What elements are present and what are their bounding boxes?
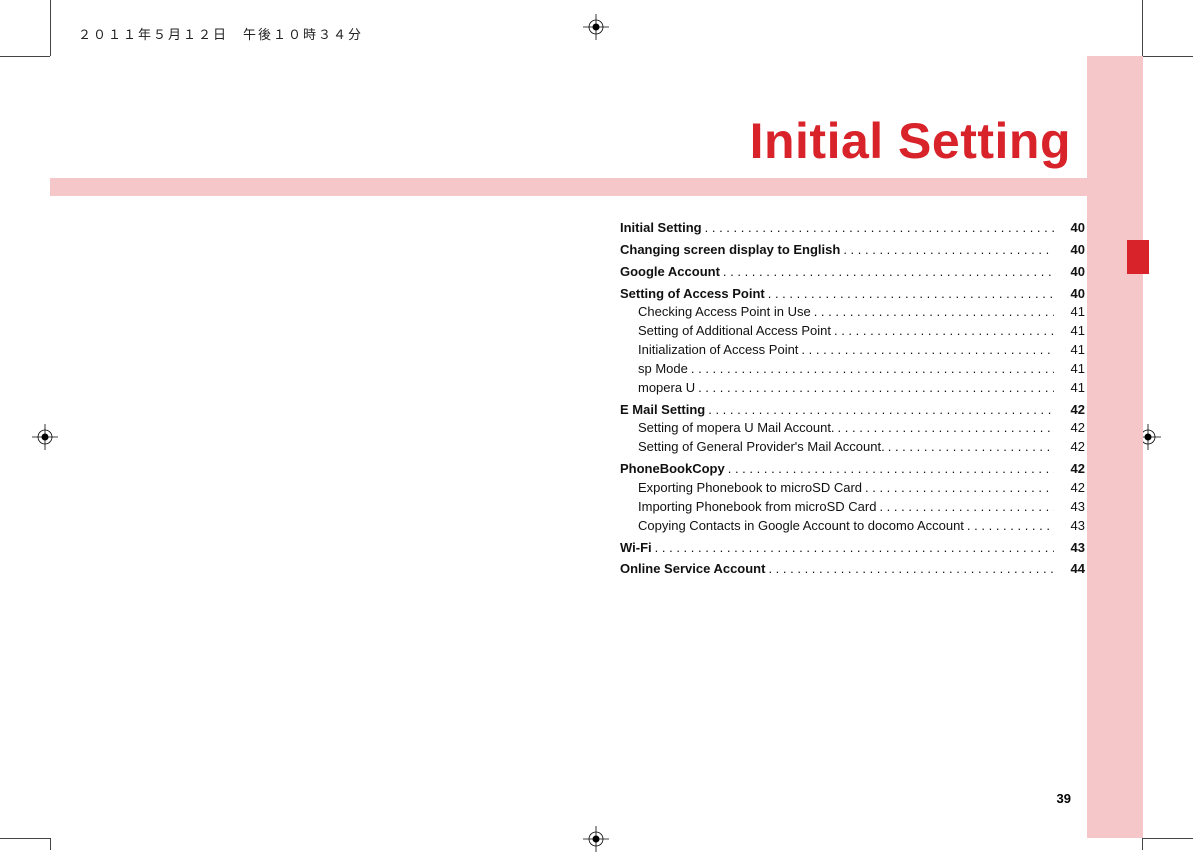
toc-leader-dots <box>691 360 1054 373</box>
toc-entry-label: sp Mode <box>638 360 688 379</box>
toc-leader-dots <box>655 539 1054 552</box>
toc-entry-page: 43 <box>1057 539 1085 558</box>
toc-entry-page: 42 <box>1057 401 1085 420</box>
toc-entry-page: 42 <box>1057 438 1085 457</box>
toc-entry-label: Online Service Account <box>620 560 765 579</box>
toc-leader-dots <box>879 498 1054 511</box>
table-of-contents: Initial Setting40Changing screen display… <box>620 216 1085 579</box>
toc-leader-dots <box>843 241 1054 254</box>
crop-mark <box>1143 838 1193 839</box>
toc-entry-label: Setting of General Provider's Mail Accou… <box>638 438 885 457</box>
toc-entry-label: Exporting Phonebook to microSD Card <box>638 479 862 498</box>
toc-leader-dots <box>801 341 1054 354</box>
thumb-index-column <box>1087 56 1143 838</box>
toc-entry: PhoneBookCopy 42 <box>620 460 1085 479</box>
toc-leader-dots <box>838 419 1054 432</box>
toc-entry: Setting of Access Point 40 <box>620 285 1085 304</box>
toc-entry: Wi-Fi 43 <box>620 539 1085 558</box>
crop-mark <box>0 838 50 839</box>
crop-mark <box>1143 56 1193 57</box>
toc-entry: Copying Contacts in Google Account to do… <box>620 517 1085 536</box>
toc-leader-dots <box>834 322 1054 335</box>
toc-entry: Online Service Account 44 <box>620 560 1085 579</box>
toc-leader-dots <box>705 219 1054 232</box>
toc-entry-page: 41 <box>1057 379 1085 398</box>
crop-mark <box>0 56 50 57</box>
toc-entry: Setting of Additional Access Point 41 <box>620 322 1085 341</box>
toc-entry: Initialization of Access Point 41 <box>620 341 1085 360</box>
toc-entry-page: 43 <box>1057 498 1085 517</box>
title-underline-bar <box>50 178 1087 196</box>
toc-leader-dots <box>708 401 1054 414</box>
toc-entry: Setting of General Provider's Mail Accou… <box>620 438 1085 457</box>
crop-mark <box>50 838 51 850</box>
toc-entry: Initial Setting 40 <box>620 219 1085 238</box>
toc-entry-label: Initialization of Access Point <box>638 341 798 360</box>
toc-entry-label: Setting of mopera U Mail Account. <box>638 419 835 438</box>
toc-entry-label: Checking Access Point in Use <box>638 303 811 322</box>
toc-entry-page: 41 <box>1057 360 1085 379</box>
toc-entry: mopera U 41 <box>620 379 1085 398</box>
toc-entry-label: Wi-Fi <box>620 539 652 558</box>
toc-entry-label: E Mail Setting <box>620 401 705 420</box>
toc-entry-label: Changing screen display to English <box>620 241 840 260</box>
toc-entry-label: Importing Phonebook from microSD Card <box>638 498 876 517</box>
toc-entry-page: 41 <box>1057 303 1085 322</box>
toc-leader-dots <box>728 460 1054 473</box>
toc-entry: Setting of mopera U Mail Account. 42 <box>620 419 1085 438</box>
toc-entry-label: Setting of Access Point <box>620 285 765 304</box>
toc-leader-dots <box>723 263 1054 276</box>
page-number: 39 <box>1057 791 1071 806</box>
toc-leader-dots <box>888 438 1054 451</box>
thumb-index-tab <box>1127 240 1149 274</box>
toc-entry: Changing screen display to English 40 <box>620 241 1085 260</box>
crop-mark <box>1142 838 1143 850</box>
crop-mark <box>50 0 51 56</box>
toc-leader-dots <box>814 303 1054 316</box>
toc-entry: Exporting Phonebook to microSD Card 42 <box>620 479 1085 498</box>
toc-entry-label: mopera U <box>638 379 695 398</box>
toc-entry-page: 44 <box>1057 560 1085 579</box>
toc-entry-label: Setting of Additional Access Point <box>638 322 831 341</box>
toc-entry: Checking Access Point in Use 41 <box>620 303 1085 322</box>
toc-leader-dots <box>967 517 1054 530</box>
toc-leader-dots <box>698 379 1054 392</box>
crop-mark <box>1142 0 1143 56</box>
registration-mark-icon <box>583 14 609 40</box>
toc-entry-page: 43 <box>1057 517 1085 536</box>
toc-entry-label: Google Account <box>620 263 720 282</box>
toc-leader-dots <box>768 285 1054 298</box>
toc-entry-page: 41 <box>1057 341 1085 360</box>
toc-entry: E Mail Setting 42 <box>620 401 1085 420</box>
print-timestamp: ２０１１年５月１２日 午後１０時３４分 <box>78 24 363 43</box>
toc-entry: Importing Phonebook from microSD Card 43 <box>620 498 1085 517</box>
toc-leader-dots <box>768 560 1054 573</box>
toc-entry-label: Initial Setting <box>620 219 702 238</box>
toc-entry-page: 42 <box>1057 460 1085 479</box>
toc-entry-page: 42 <box>1057 479 1085 498</box>
toc-entry-page: 40 <box>1057 241 1085 260</box>
toc-entry-page: 40 <box>1057 263 1085 282</box>
toc-entry-page: 40 <box>1057 285 1085 304</box>
toc-entry-page: 42 <box>1057 419 1085 438</box>
toc-entry-label: PhoneBookCopy <box>620 460 725 479</box>
toc-entry-page: 41 <box>1057 322 1085 341</box>
toc-leader-dots <box>865 479 1054 492</box>
toc-entry: Google Account 40 <box>620 263 1085 282</box>
toc-entry-label: Copying Contacts in Google Account to do… <box>638 517 964 536</box>
toc-entry-page: 40 <box>1057 219 1085 238</box>
page-body: Initial Setting Initial Setting40Changin… <box>50 56 1143 838</box>
chapter-title: Initial Setting <box>750 112 1071 170</box>
toc-entry: sp Mode 41 <box>620 360 1085 379</box>
